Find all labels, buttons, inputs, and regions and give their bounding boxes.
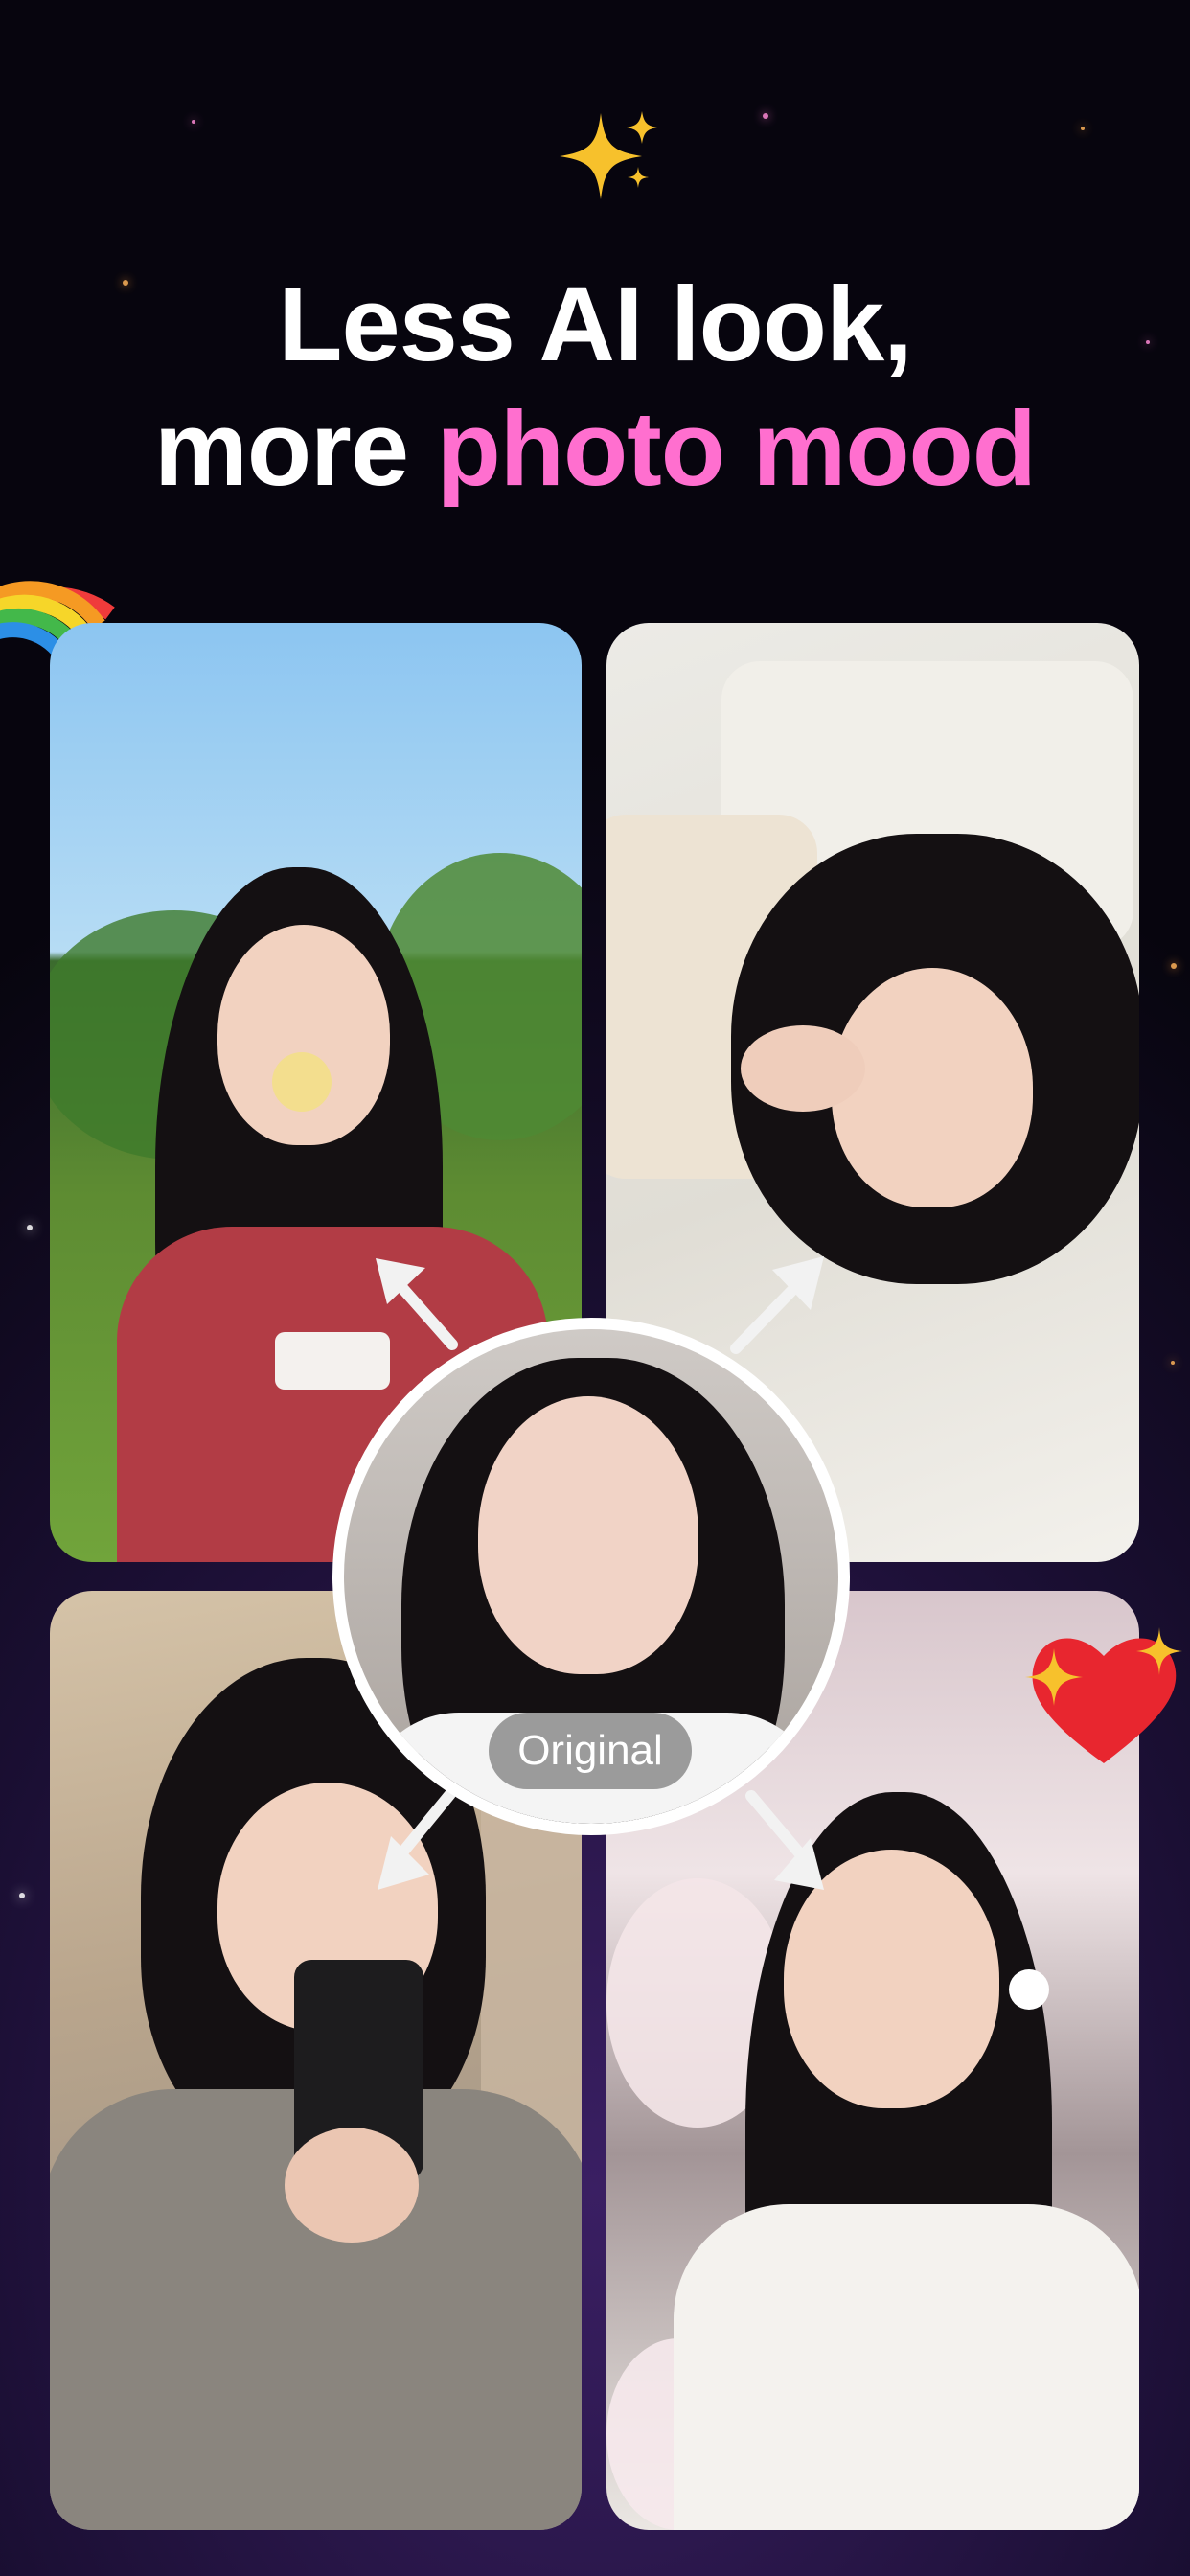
arrow-icon: [730, 1256, 824, 1354]
sparkles-icon: [560, 111, 657, 199]
star-decoration: [19, 1893, 25, 1898]
star-decoration: [1171, 1361, 1175, 1365]
star-decoration: [192, 120, 195, 124]
sparkling-heart-icon: [1025, 1627, 1182, 1763]
star-decoration: [27, 1225, 33, 1230]
original-label-badge: Original: [489, 1713, 692, 1789]
star-decoration: [1081, 126, 1085, 130]
star-decoration: [763, 113, 768, 119]
headline-line-2: more photo mood: [0, 388, 1190, 510]
headline-plain-text: more: [154, 390, 437, 508]
star-decoration: [1171, 963, 1177, 969]
headline-accent-text: photo mood: [436, 390, 1037, 508]
headline-line-1: Less AI look,: [278, 265, 912, 383]
arrow-icon: [376, 1258, 458, 1350]
